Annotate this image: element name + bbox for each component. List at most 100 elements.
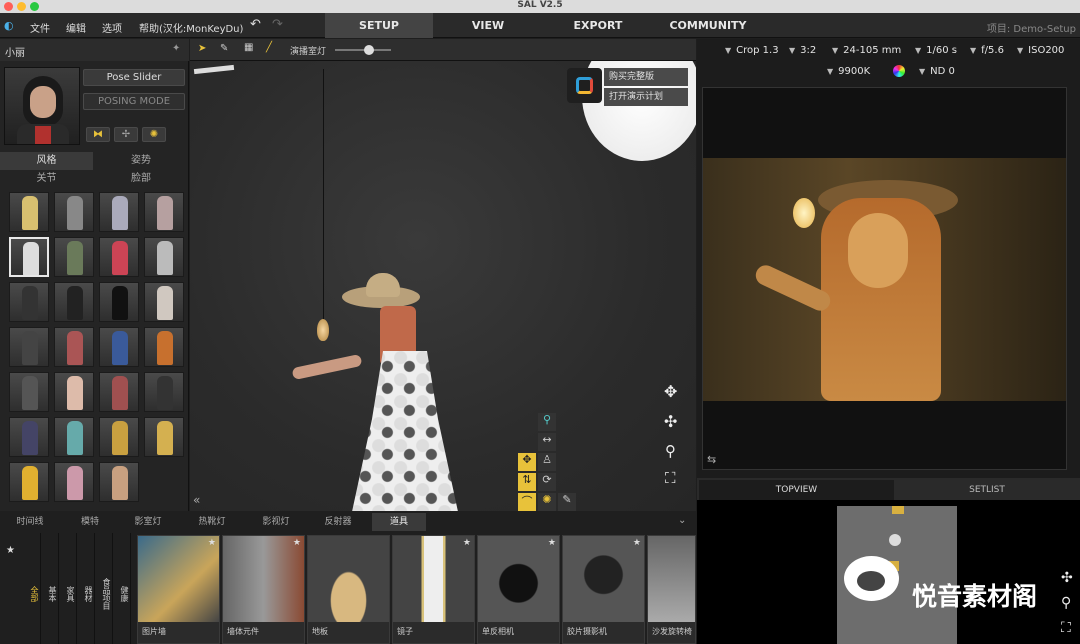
outfit-thumbnail[interactable] (99, 237, 139, 277)
category-health[interactable]: 健康 (114, 533, 131, 644)
outfit-thumbnail[interactable] (99, 192, 139, 232)
brush-icon[interactable]: ✎ (558, 493, 576, 511)
avatar[interactable] (4, 67, 80, 145)
frame-icon[interactable]: ⛶ (665, 469, 676, 487)
category-food[interactable]: 食品项目 (96, 533, 113, 644)
prop-card[interactable]: ★ 单反相机 (477, 535, 560, 644)
outfit-thumbnail[interactable] (9, 372, 49, 412)
tab-topview[interactable]: TOPVIEW (699, 480, 894, 500)
tab-reflectors[interactable]: 反射器 (318, 513, 358, 531)
outfit-thumbnail[interactable] (9, 417, 49, 457)
light-tool-icon[interactable]: ✺ (538, 493, 556, 511)
shutter-selector[interactable]: ▼ 1/60 s (915, 42, 957, 60)
outfit-thumbnail[interactable] (54, 237, 94, 277)
undo-icon[interactable]: ↶ (250, 17, 261, 32)
tab-models[interactable]: 模特 (70, 513, 110, 531)
topview-pan-icon[interactable]: ✣ (1061, 570, 1073, 586)
prop-card[interactable]: ★ 图片墙 (137, 535, 220, 644)
outfit-thumbnail[interactable] (99, 462, 139, 502)
outfit-thumbnail[interactable] (54, 327, 94, 367)
prop-card[interactable]: 地板 (307, 535, 390, 644)
pose-slider-button[interactable]: Pose Slider (83, 69, 185, 86)
topview-frame-icon[interactable]: ⛶ (1061, 620, 1071, 636)
outfit-thumbnail[interactable] (99, 417, 139, 457)
aspect-selector[interactable]: ▼ 3:2 (789, 42, 816, 60)
walk-icon[interactable]: ⚲ (538, 413, 556, 431)
pose-icon[interactable]: ✢ (114, 127, 138, 142)
light-slider-handle[interactable] (364, 45, 374, 55)
white-balance-selector[interactable]: ▼ 9900K (827, 63, 870, 81)
aperture-selector[interactable]: ▼ f/5.6 (970, 42, 1004, 60)
nd-filter-selector[interactable]: ▼ ND 0 (919, 63, 955, 81)
tab-joints[interactable]: 关节 (0, 170, 93, 188)
buy-full-version-item[interactable]: 购买完整版 (604, 68, 688, 86)
prop-card[interactable]: 沙发旋转椅 (647, 535, 696, 644)
grid-icon[interactable]: ▦ (244, 42, 253, 53)
redo-icon[interactable]: ↷ (272, 17, 283, 32)
tab-pose[interactable]: 姿势 (93, 152, 189, 170)
iso-selector[interactable]: ▼ ISO200 (1017, 42, 1064, 60)
outfit-thumbnail[interactable] (99, 327, 139, 367)
scale-icon[interactable]: ↔ (538, 433, 556, 451)
tab-timeline[interactable]: 时间线 (8, 513, 52, 531)
outfit-thumbnail[interactable] (144, 327, 184, 367)
pencil-tool-icon[interactable]: ✎ (220, 43, 228, 54)
outfit-thumbnail[interactable] (144, 372, 184, 412)
orbit-icon[interactable]: ✥ (664, 382, 677, 401)
outfit-thumbnail[interactable] (144, 417, 184, 457)
lens-selector[interactable]: ▼ 24-105 mm (832, 42, 901, 60)
posing-mode-button[interactable]: POSING MODE (83, 93, 185, 110)
category-all[interactable]: 全部 (24, 533, 41, 644)
prop-card[interactable]: ★ 胶片摄影机 (562, 535, 645, 644)
tab-export[interactable]: EXPORT (543, 13, 653, 38)
outfit-thumbnail[interactable] (54, 282, 94, 322)
outfit-thumbnail[interactable] (54, 192, 94, 232)
tab-cine-lights[interactable]: 影视灯 (256, 513, 296, 531)
select-tool-icon[interactable]: ➤ (198, 43, 206, 54)
tab-style[interactable]: 风格 (0, 152, 93, 170)
menu-edit[interactable]: 编辑 (66, 20, 86, 35)
outfit-thumbnail[interactable] (144, 192, 184, 232)
outfit-thumbnail[interactable] (9, 462, 49, 502)
tab-face[interactable]: 脸部 (93, 170, 189, 188)
outfit-thumbnail[interactable] (99, 282, 139, 322)
zoom-icon[interactable]: ⚲ (665, 442, 676, 460)
pan-icon[interactable]: ✣ (664, 412, 677, 431)
tab-props[interactable]: 道具 (372, 513, 426, 531)
outfit-thumbnail[interactable] (99, 372, 139, 412)
tab-setlist[interactable]: SETLIST (894, 480, 1080, 500)
favorite-star-icon[interactable]: ★ (6, 545, 15, 556)
line-tool-icon[interactable]: ╱ (266, 42, 272, 53)
prop-card[interactable]: ★ 镜子 (392, 535, 475, 644)
outfit-thumbnail[interactable] (144, 237, 184, 277)
prop-card[interactable]: ★ 墙体元件 (222, 535, 305, 644)
tab-studio-lights[interactable]: 影室灯 (128, 513, 168, 531)
open-demo-plan-item[interactable]: 打开演示计划 (604, 88, 688, 106)
mirror-icon[interactable]: ⧓ (86, 127, 110, 142)
crop-selector[interactable]: ▼ Crop 1.3 (725, 42, 779, 60)
category-furniture[interactable]: 家具 (60, 533, 77, 644)
light-slider-track[interactable] (335, 49, 391, 51)
color-wheel-icon[interactable] (893, 63, 905, 81)
3d-viewport[interactable]: ➤ ✎ ▦ ╱ 演播室灯 购买完整版 打开演示计划 ✥ ✣ ⚲ ⛶ ⚲ ↔ ♙ (190, 39, 696, 511)
outfit-thumbnail[interactable] (9, 327, 49, 367)
menu-options[interactable]: 选项 (102, 20, 122, 35)
move-gizmo-icon[interactable]: ✥ (518, 453, 536, 471)
collapse-down-icon[interactable]: ⌄ (678, 515, 686, 526)
menu-help[interactable]: 帮助(汉化:MonKeyDu) (139, 20, 243, 35)
studio-scene[interactable]: 购买完整版 打开演示计划 ✥ ✣ ⚲ ⛶ ⚲ ↔ ♙ ⟳ ✺ ✥ ⇅ ⌒ ✎ « (190, 61, 696, 511)
figure-icon[interactable]: ♙ (538, 453, 556, 471)
outfit-thumbnail[interactable] (54, 417, 94, 457)
tab-community[interactable]: COMMUNITY (653, 13, 763, 38)
swap-icon[interactable]: ⇆ (707, 453, 716, 466)
tab-hotshoe-lights[interactable]: 热靴灯 (192, 513, 232, 531)
outfit-thumbnail[interactable] (54, 462, 94, 502)
camera-preview[interactable] (702, 87, 1067, 470)
rotate-icon[interactable]: ⟳ (538, 473, 556, 491)
demo-logo-icon[interactable] (567, 68, 602, 103)
category-equipment[interactable]: 器材 (78, 533, 95, 644)
hat-gizmo-icon[interactable]: ⌒ (518, 493, 536, 511)
outfit-thumbnail[interactable] (144, 282, 184, 322)
outfit-thumbnail[interactable] (9, 237, 49, 277)
outfit-thumbnail[interactable] (9, 282, 49, 322)
